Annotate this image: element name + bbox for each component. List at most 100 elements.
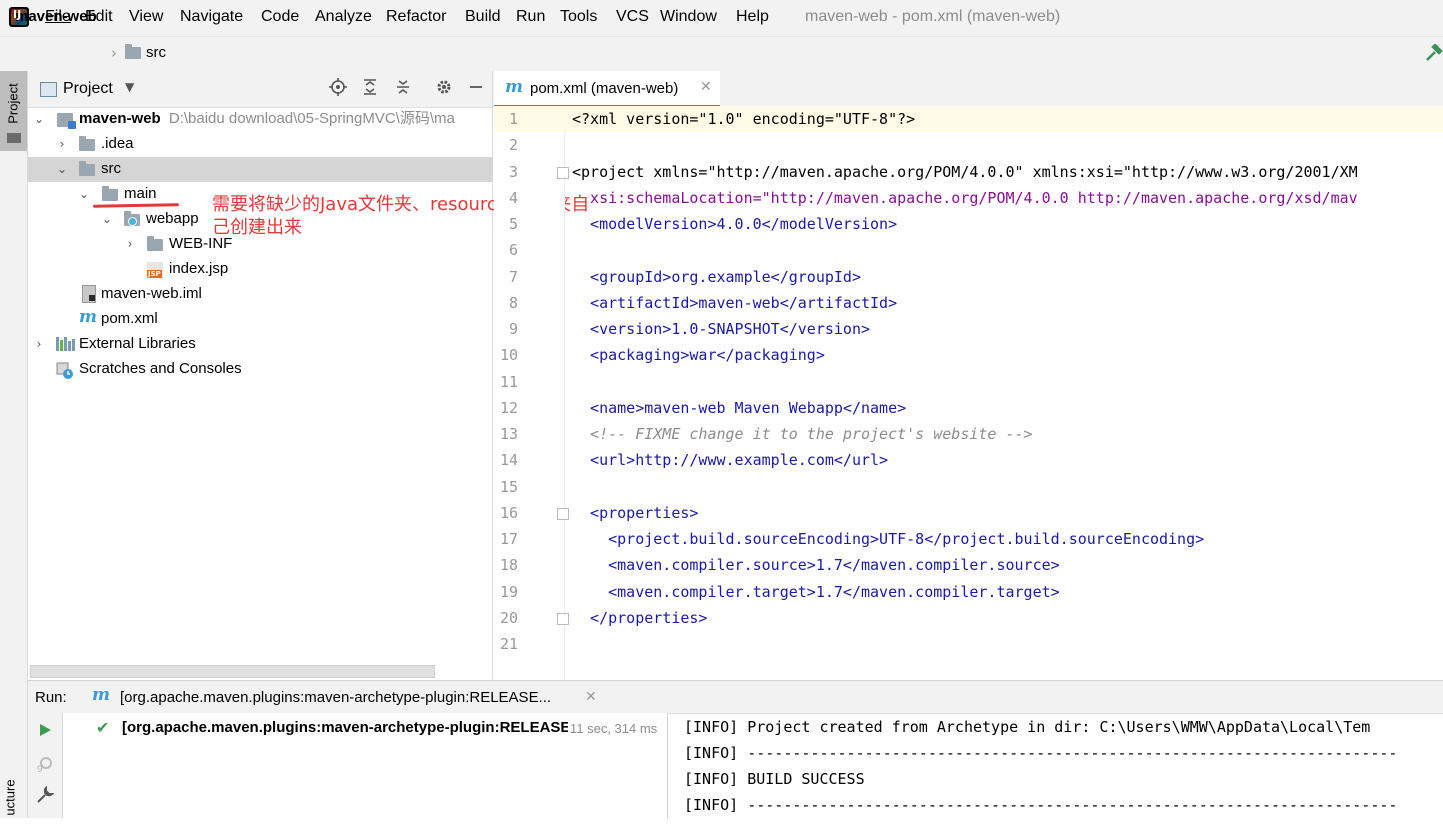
console-line[interactable]: [INFO] ---------------------------------… xyxy=(684,796,1397,814)
chevron-down-icon[interactable]: ⌄ xyxy=(78,187,90,201)
folder-icon xyxy=(79,161,95,176)
chevron-down-icon[interactable]: ⌄ xyxy=(33,112,45,126)
run-tree-item[interactable]: [org.apache.maven.plugins:maven-archetyp… xyxy=(122,719,568,736)
module-folder-icon xyxy=(57,113,76,129)
console-line[interactable]: [INFO] BUILD SUCCESS xyxy=(684,770,865,788)
menu-tools[interactable]: Tools xyxy=(560,8,597,26)
tree-item-main[interactable]: main xyxy=(124,181,157,206)
menu-code[interactable]: Code xyxy=(261,8,299,26)
breadcrumb-project[interactable]: maven-web xyxy=(15,8,97,25)
line-number: 21 xyxy=(499,635,518,649)
tree-selection-highlight xyxy=(28,157,492,182)
maven-m-icon: m xyxy=(92,685,110,705)
code-line[interactable]: <properties> xyxy=(572,504,698,522)
tree-item-idea[interactable]: .idea xyxy=(101,131,134,156)
code-line[interactable]: <maven.compiler.target>1.7</maven.compil… xyxy=(572,583,1060,601)
maven-m-icon: m xyxy=(79,307,97,327)
run-label: Run: xyxy=(35,689,67,706)
tree-item-path: D:\baidu download\05-SpringMVC\源码\ma xyxy=(168,110,455,127)
rerun-play-icon[interactable] xyxy=(37,722,53,742)
tree-item-label: maven-web xyxy=(79,110,161,127)
code-line[interactable]: <name>maven-web Maven Webapp</name> xyxy=(572,399,906,417)
line-number: 6 xyxy=(508,241,518,259)
menu-run[interactable]: Run xyxy=(516,8,545,26)
code-line[interactable]: <project xmlns="http://maven.apache.org/… xyxy=(572,163,1358,181)
tree-item-index-jsp[interactable]: index.jsp xyxy=(169,256,228,281)
chevron-down-icon[interactable]: ▼ xyxy=(125,80,134,94)
project-view-icon xyxy=(40,82,57,97)
line-number: 1 xyxy=(508,110,518,128)
structure-tool-label[interactable]: ucture xyxy=(3,768,18,828)
gear-icon[interactable] xyxy=(434,78,454,98)
tree-item-scratches[interactable]: Scratches and Consoles xyxy=(79,356,242,381)
folder-icon xyxy=(79,136,95,151)
code-comment[interactable]: <!-- FIXME change it to the project's we… xyxy=(572,425,1033,443)
tree-item-maven-web[interactable]: maven-web D:\baidu download\05-SpringMVC… xyxy=(79,106,455,131)
folder-icon xyxy=(125,44,141,59)
breadcrumb-src[interactable]: src xyxy=(146,44,166,61)
project-panel-title[interactable]: Project xyxy=(63,80,113,98)
window-title: maven-web - pom.xml (maven-web) xyxy=(805,8,1061,25)
menu-analyze[interactable]: Analyze xyxy=(315,8,372,26)
close-icon[interactable]: ✕ xyxy=(700,79,712,95)
locate-target-icon[interactable] xyxy=(328,78,348,98)
code-line[interactable]: </properties> xyxy=(572,609,707,627)
chevron-down-icon[interactable]: ⌄ xyxy=(101,212,113,226)
library-icon xyxy=(56,337,75,351)
horizontal-scrollbar[interactable] xyxy=(30,665,435,678)
build-hammer-icon[interactable] xyxy=(1425,43,1443,62)
chevron-right-icon[interactable]: › xyxy=(124,237,136,251)
close-icon[interactable]: ✕ xyxy=(585,689,597,705)
menu-vcs[interactable]: VCS xyxy=(616,8,649,26)
line-number: 19 xyxy=(499,583,518,601)
breadcrumb-separator-icon: › xyxy=(111,44,117,62)
console-line[interactable]: [INFO] ---------------------------------… xyxy=(684,744,1397,762)
menu-build[interactable]: Build xyxy=(465,8,501,26)
tree-item-pom-xml[interactable]: pom.xml xyxy=(101,306,158,331)
fold-marker-icon[interactable] xyxy=(557,167,569,179)
code-line[interactable]: <packaging>war</packaging> xyxy=(572,346,825,364)
success-check-icon: ✔ xyxy=(96,718,110,737)
chevron-right-icon[interactable]: › xyxy=(33,337,45,351)
line-number: 15 xyxy=(499,478,518,496)
wrench-icon[interactable] xyxy=(36,785,55,808)
console-line[interactable]: [INFO] Project created from Archetype in… xyxy=(684,718,1370,736)
run-tab[interactable]: [org.apache.maven.plugins:maven-archetyp… xyxy=(120,689,551,706)
fold-marker-icon[interactable] xyxy=(557,613,569,625)
project-tool-label[interactable]: Project xyxy=(6,79,21,129)
debug-icon[interactable]: 9 xyxy=(35,754,55,778)
tree-item-webapp[interactable]: webapp xyxy=(146,206,199,231)
tree-item-external-libraries[interactable]: External Libraries xyxy=(79,331,196,356)
fold-marker-icon[interactable] xyxy=(557,508,569,520)
collapse-all-icon[interactable] xyxy=(393,78,413,98)
code-line[interactable]: <artifactId>maven-web</artifactId> xyxy=(572,294,897,312)
line-number: 10 xyxy=(499,346,518,364)
tab-label[interactable]: pom.xml (maven-web) xyxy=(530,80,678,97)
tree-item-maven-web-iml[interactable]: maven-web.iml xyxy=(101,281,202,306)
menu-navigate[interactable]: Navigate xyxy=(180,8,243,26)
navigation-bar xyxy=(0,36,1443,72)
chevron-down-icon[interactable]: ⌄ xyxy=(56,162,68,176)
code-line[interactable]: <version>1.0-SNAPSHOT</version> xyxy=(572,320,870,338)
line-number: 8 xyxy=(508,294,518,312)
minimize-icon[interactable] xyxy=(466,78,486,98)
menu-help[interactable]: Help xyxy=(736,8,769,26)
menu-window[interactable]: Window xyxy=(660,8,717,26)
svg-text:9: 9 xyxy=(37,765,43,774)
line-number: 4 xyxy=(508,189,518,207)
code-line[interactable]: <?xml version="1.0" encoding="UTF-8"?> xyxy=(572,110,915,128)
code-line[interactable]: xsi:schemaLocation="http://maven.apache.… xyxy=(572,189,1358,207)
code-line[interactable]: <url>http://www.example.com</url> xyxy=(572,451,888,469)
code-line[interactable]: <maven.compiler.source>1.7</maven.compil… xyxy=(572,556,1060,574)
maven-m-icon: m xyxy=(505,77,523,97)
folder-icon xyxy=(102,186,118,201)
code-line[interactable]: <modelVersion>4.0.0</modelVersion> xyxy=(572,215,897,233)
expand-all-icon[interactable] xyxy=(360,78,380,98)
tree-item-src[interactable]: src xyxy=(101,156,121,181)
chevron-right-icon[interactable]: › xyxy=(56,137,68,151)
scratches-icon xyxy=(56,362,73,379)
code-line[interactable]: <groupId>org.example</groupId> xyxy=(572,268,861,286)
menu-refactor[interactable]: Refactor xyxy=(386,8,446,26)
menu-view[interactable]: View xyxy=(129,8,163,26)
code-line[interactable]: <project.build.sourceEncoding>UTF-8</pro… xyxy=(572,530,1204,548)
